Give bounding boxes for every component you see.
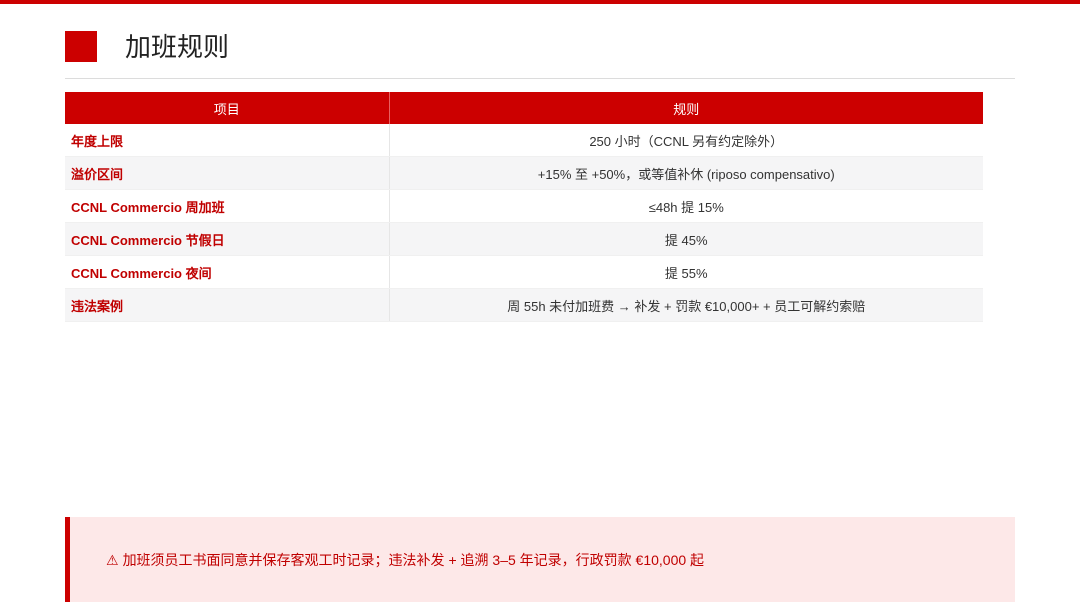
note-content: ⚠ 加班须员工书面同意并保存客观工时记录；违法补发 + 追溯 3–5 年记录，行政… <box>106 550 704 570</box>
row-rule-value: ≤48h 提 15% <box>389 189 983 223</box>
table-row: 溢价区间 +15% 至 +50%，或等值补休 (riposo compensat… <box>65 156 983 190</box>
row-item-label: 违法案例 <box>65 288 390 322</box>
warning-icon: ⚠ <box>106 551 119 568</box>
table-header-row: 项目 规则 <box>65 92 983 124</box>
row-rule-value: 250 小时（CCNL 另有约定除外） <box>389 124 983 157</box>
row-item-label: CCNL Commercio 节假日 <box>65 222 390 256</box>
top-accent-bar <box>0 0 1080 4</box>
row-rule-value: 提 45% <box>389 222 983 256</box>
compliance-note-box: ⚠ 加班须员工书面同意并保存客观工时记录；违法补发 + 追溯 3–5 年记录，行政… <box>65 517 1015 602</box>
row-item-label: CCNL Commercio 夜间 <box>65 255 390 289</box>
table-row: 违法案例 周 55h 未付加班费 → 补发 + 罚款 €10,000+ + 员工… <box>65 288 983 322</box>
title-divider <box>65 78 1015 79</box>
page-title: 加班规则 <box>125 33 230 63</box>
row-item-label: CCNL Commercio 周加班 <box>65 189 390 223</box>
overtime-rules-table: 项目 规则 年度上限 250 小时（CCNL 另有约定除外） 溢价区间 +15%… <box>65 92 983 322</box>
table-row: CCNL Commercio 节假日 提 45% <box>65 222 983 256</box>
row-rule-value: 周 55h 未付加班费 → 补发 + 罚款 €10,000+ + 员工可解约索赔 <box>389 288 983 322</box>
row-item-label: 溢价区间 <box>65 156 390 190</box>
title-accent-square <box>65 31 97 62</box>
column-header-item: 项目 <box>65 92 390 124</box>
column-header-rule: 规则 <box>389 92 983 124</box>
row-rule-value: 提 55% <box>389 255 983 289</box>
row-rule-value: +15% 至 +50%，或等值补休 (riposo compensativo) <box>389 156 983 190</box>
table-row: CCNL Commercio 周加班 ≤48h 提 15% <box>65 189 983 223</box>
table-row: CCNL Commercio 夜间 提 55% <box>65 255 983 289</box>
table-row: 年度上限 250 小时（CCNL 另有约定除外） <box>65 124 983 157</box>
note-text: 加班须员工书面同意并保存客观工时记录；违法补发 + 追溯 3–5 年记录，行政罚… <box>122 551 705 568</box>
row-item-label: 年度上限 <box>65 124 390 157</box>
